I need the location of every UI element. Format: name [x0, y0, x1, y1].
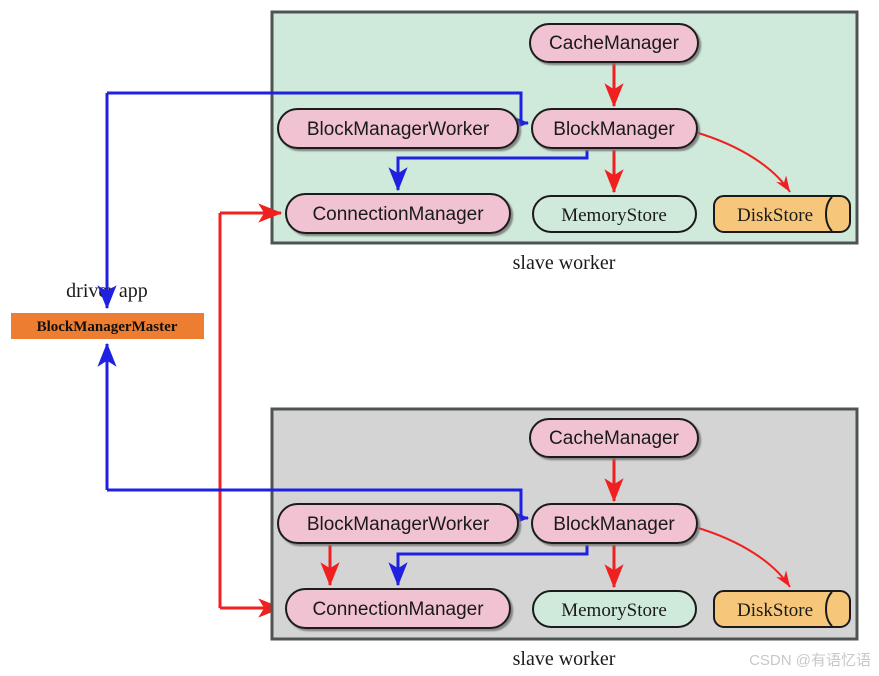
node-label: CacheManager	[549, 428, 680, 449]
panel-caption-bottom: slave worker	[513, 648, 616, 670]
node-label: DiskStore	[737, 205, 813, 226]
panel-caption-top: slave worker	[513, 252, 616, 274]
node-label: BlockManagerWorker	[307, 119, 490, 140]
node-label: BlockManager	[553, 514, 675, 535]
node-label: DiskStore	[737, 600, 813, 621]
node-block-manager-worker-bottom[interactable]: BlockManagerWorker	[277, 503, 519, 544]
node-cache-manager-top[interactable]: CacheManager	[529, 23, 699, 63]
node-label: BlockManager	[553, 119, 675, 140]
node-label: MemoryStore	[561, 600, 667, 621]
architecture-diagram: CacheManager BlockManagerWorker BlockMan…	[11, 10, 871, 670]
node-disk-store-top[interactable]: DiskStore	[713, 195, 851, 233]
block-manager-master-label: BlockManagerMaster	[37, 319, 178, 335]
node-connection-manager-bottom[interactable]: ConnectionManager	[285, 588, 511, 629]
node-block-manager-top[interactable]: BlockManager	[531, 108, 698, 149]
driver-app-group: driver app BlockManagerMaster	[11, 93, 204, 490]
node-disk-store-bottom[interactable]: DiskStore	[713, 590, 851, 628]
node-block-manager-worker-top[interactable]: BlockManagerWorker	[277, 108, 519, 149]
node-label: ConnectionManager	[312, 204, 484, 225]
node-connection-manager-top[interactable]: ConnectionManager	[285, 193, 511, 234]
node-label: BlockManagerWorker	[307, 514, 490, 535]
node-memory-store-bottom[interactable]: MemoryStore	[532, 590, 697, 628]
watermark: CSDN @有语忆语	[749, 652, 871, 669]
node-label: MemoryStore	[561, 205, 667, 226]
node-label: ConnectionManager	[312, 599, 484, 620]
node-label: CacheManager	[549, 33, 680, 54]
diagram-canvas: CacheManager BlockManagerWorker BlockMan…	[0, 0, 879, 676]
node-block-manager-bottom[interactable]: BlockManager	[531, 503, 698, 544]
node-cache-manager-bottom[interactable]: CacheManager	[529, 418, 699, 458]
